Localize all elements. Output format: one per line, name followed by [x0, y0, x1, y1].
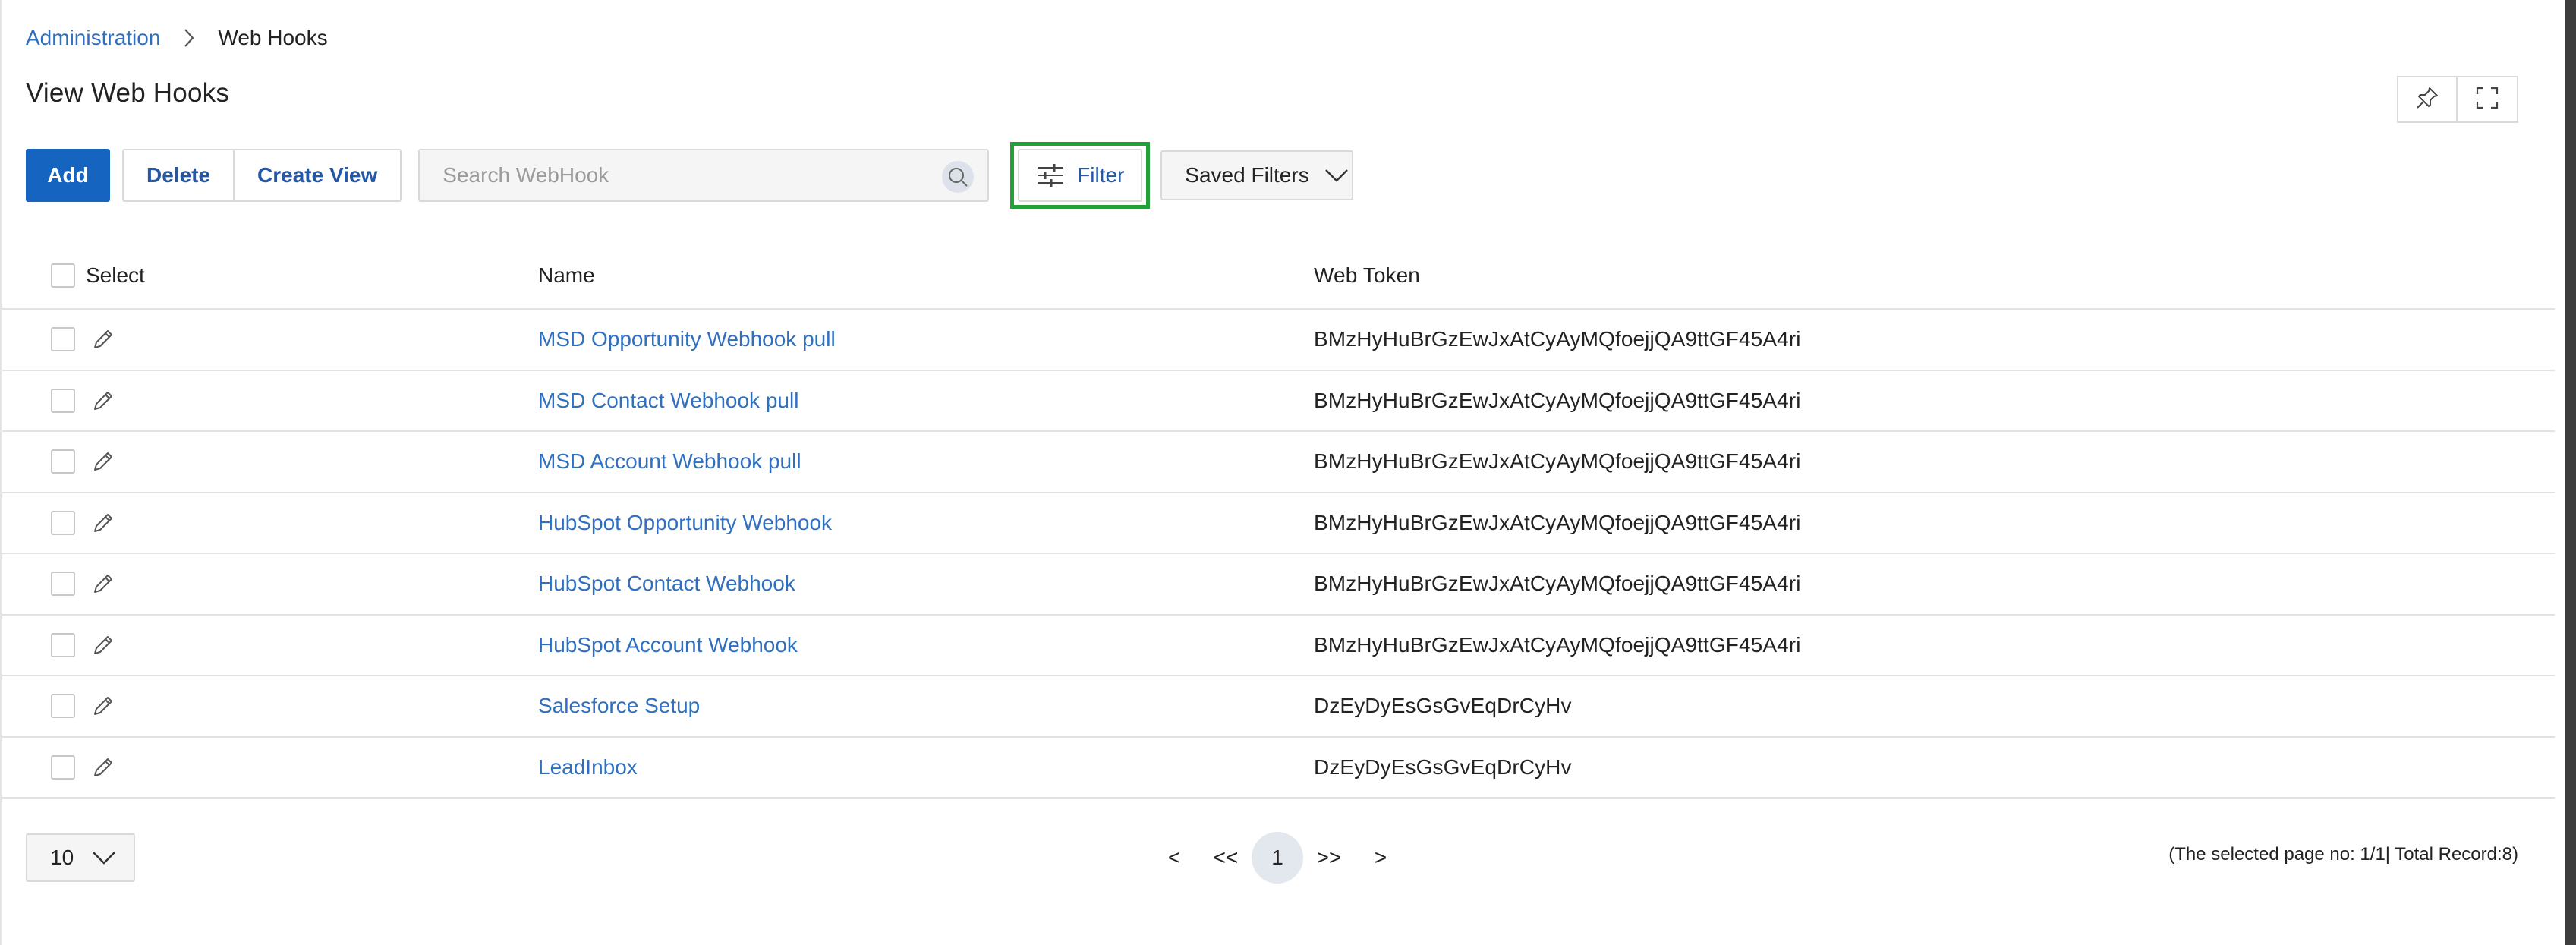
webhook-token: BMzHyHuBrGzEwJxAtCyAyMQfoejjQA9ttGF45A4r…	[1314, 327, 1801, 351]
row-checkbox[interactable]	[51, 632, 75, 657]
webhook-token: DzEyDyEsGsGvEqDrCyHv	[1314, 694, 1572, 718]
webhook-token: DzEyDyEsGsGvEqDrCyHv	[1314, 754, 1572, 779]
webhook-name-link[interactable]: LeadInbox	[538, 755, 638, 779]
breadcrumb: Administration Web Hooks	[26, 23, 328, 53]
fullscreen-icon	[2475, 86, 2499, 114]
create-view-button[interactable]: Create View	[233, 150, 401, 200]
table-row: Salesforce Setup DzEyDyEsGsGvEqDrCyHv	[2, 676, 2555, 738]
select-column-header: Select	[2, 263, 538, 288]
table-header: Select Name Web Token	[2, 243, 2555, 310]
token-column-header[interactable]: Web Token	[1314, 263, 2555, 288]
next-page-button[interactable]: >	[1355, 832, 1406, 884]
first-page-button[interactable]: <<	[1200, 832, 1252, 884]
webhook-token: BMzHyHuBrGzEwJxAtCyAyMQfoejjQA9ttGF45A4r…	[1314, 632, 1801, 657]
webhook-token: BMzHyHuBrGzEwJxAtCyAyMQfoejjQA9ttGF45A4r…	[1314, 510, 1801, 534]
row-checkbox[interactable]	[51, 388, 75, 413]
pencil-icon[interactable]	[92, 389, 115, 412]
filter-button[interactable]: Filter	[1018, 149, 1143, 202]
breadcrumb-administration-link[interactable]: Administration	[26, 26, 160, 50]
webhook-name-link[interactable]: Salesforce Setup	[538, 694, 700, 717]
saved-filters-dropdown[interactable]: Saved Filters	[1160, 150, 1354, 200]
window-right-edge	[2565, 0, 2576, 945]
webhook-name-link[interactable]: MSD Account Webhook pull	[538, 449, 801, 473]
view-controls	[2397, 76, 2518, 123]
table-row: MSD Account Webhook pull BMzHyHuBrGzEwJx…	[2, 432, 2555, 493]
search-input[interactable]	[420, 162, 931, 188]
chevron-down-icon	[1324, 168, 1349, 183]
page-title: View Web Hooks	[26, 78, 230, 108]
app-main: Administration Web Hooks View Web Hooks	[2, 0, 2555, 945]
table-row: HubSpot Contact Webhook BMzHyHuBrGzEwJxA…	[2, 554, 2555, 616]
row-checkbox[interactable]	[51, 572, 75, 597]
filter-label: Filter	[1077, 163, 1125, 187]
pencil-icon[interactable]	[92, 450, 115, 473]
pencil-icon[interactable]	[92, 512, 115, 534]
pencil-icon[interactable]	[92, 328, 115, 351]
sliders-icon	[1036, 163, 1065, 187]
search-button[interactable]	[942, 161, 975, 193]
pencil-icon[interactable]	[92, 695, 115, 717]
fullscreen-button[interactable]	[2458, 76, 2518, 123]
page-size-select[interactable]: 10	[26, 833, 135, 882]
pencil-icon[interactable]	[92, 572, 115, 595]
row-checkbox[interactable]	[51, 327, 75, 352]
name-column-header[interactable]: Name	[538, 263, 1314, 288]
chevron-right-icon	[183, 28, 195, 48]
search-box	[418, 149, 990, 202]
webhooks-table: Select Name Web Token MSD Opportunity We…	[2, 243, 2555, 799]
webhook-token: BMzHyHuBrGzEwJxAtCyAyMQfoejjQA9ttGF45A4r…	[1314, 572, 1801, 596]
delete-button[interactable]: Delete	[124, 150, 234, 200]
webhook-token: BMzHyHuBrGzEwJxAtCyAyMQfoejjQA9ttGF45A4r…	[1314, 388, 1801, 412]
webhook-name-link[interactable]: HubSpot Contact Webhook	[538, 572, 795, 595]
saved-filters-label: Saved Filters	[1185, 163, 1309, 187]
pin-button[interactable]	[2397, 76, 2458, 123]
search-icon	[947, 166, 968, 187]
record-info: (The selected page no: 1/1| Total Record…	[2168, 844, 2518, 865]
add-button[interactable]: Add	[26, 149, 110, 202]
pin-icon	[2415, 86, 2439, 114]
chevron-down-icon	[92, 850, 116, 865]
row-checkbox[interactable]	[51, 510, 75, 535]
table-row: HubSpot Account Webhook BMzHyHuBrGzEwJxA…	[2, 616, 2555, 676]
last-page-button[interactable]: >>	[1303, 832, 1355, 884]
row-checkbox[interactable]	[51, 449, 75, 474]
page-size-value: 10	[50, 846, 74, 869]
prev-page-button[interactable]: <	[1148, 832, 1200, 884]
webhook-name-link[interactable]: HubSpot Opportunity Webhook	[538, 511, 832, 534]
webhook-token: BMzHyHuBrGzEwJxAtCyAyMQfoejjQA9ttGF45A4r…	[1314, 449, 1801, 474]
select-header-label: Select	[86, 263, 145, 287]
row-checkbox[interactable]	[51, 754, 75, 780]
table-row: LeadInbox DzEyDyEsGsGvEqDrCyHv	[2, 738, 2555, 799]
action-button-group: Delete Create View	[122, 149, 402, 202]
filter-highlight-box: Filter	[1010, 142, 1151, 209]
toolbar: Add Delete Create View Search WebHook Fi…	[26, 142, 1354, 209]
webhook-name-link[interactable]: MSD Contact Webhook pull	[538, 389, 798, 412]
breadcrumb-current: Web Hooks	[218, 26, 328, 49]
pencil-icon[interactable]	[92, 756, 115, 779]
table-row: MSD Opportunity Webhook pull BMzHyHuBrGz…	[2, 310, 2555, 371]
row-checkbox[interactable]	[51, 694, 75, 719]
webhook-name-link[interactable]: MSD Opportunity Webhook pull	[538, 327, 836, 351]
table-row: HubSpot Opportunity Webhook BMzHyHuBrGzE…	[2, 493, 2555, 554]
select-all-checkbox[interactable]	[51, 263, 75, 288]
pencil-icon[interactable]	[92, 634, 115, 657]
current-page-button[interactable]: 1	[1252, 832, 1303, 884]
table-row: MSD Contact Webhook pull BMzHyHuBrGzEwJx…	[2, 371, 2555, 432]
webhook-name-link[interactable]: HubSpot Account Webhook	[538, 633, 798, 657]
pagination: < << 1 >> >	[1148, 832, 1406, 884]
